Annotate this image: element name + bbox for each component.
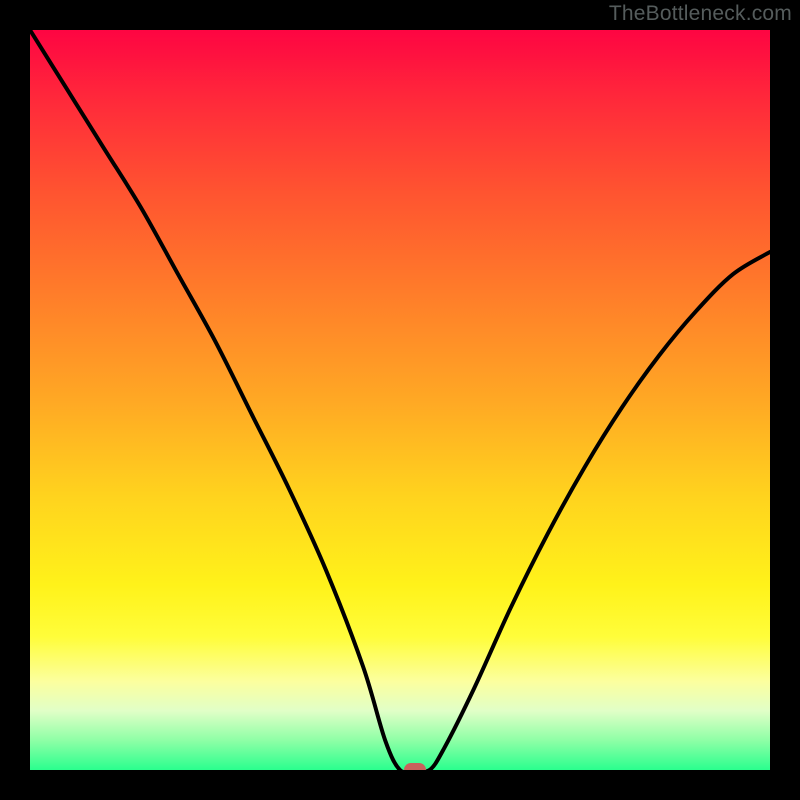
chart-frame: TheBottleneck.com: [0, 0, 800, 800]
watermark-text: TheBottleneck.com: [609, 2, 792, 26]
plot-area: [30, 30, 770, 770]
curve-svg: [30, 30, 770, 770]
optimum-marker: [404, 763, 426, 770]
bottleneck-curve: [30, 30, 770, 770]
